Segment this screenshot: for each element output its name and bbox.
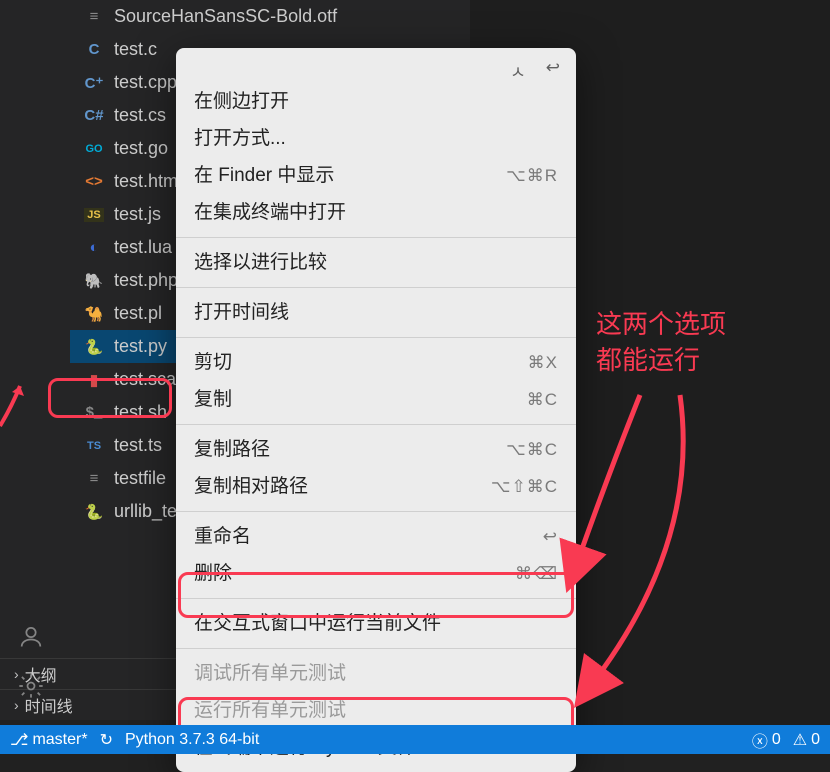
- status-errors[interactable]: ⓧ 0: [752, 728, 781, 752]
- context-menu-item[interactable]: 打开方式...: [176, 120, 576, 157]
- file-name: test.cs: [114, 105, 166, 126]
- context-menu-shortcut: ⌥⇧⌘C: [491, 472, 558, 501]
- context-menu-item[interactable]: 在交互式窗口中运行当前文件: [176, 605, 576, 642]
- context-menu-item-label: 复制: [194, 385, 232, 414]
- file-type-icon: ▮: [84, 371, 104, 389]
- file-type-icon: C⁺: [84, 74, 104, 92]
- file-name: test.cpp: [114, 72, 177, 93]
- context-menu-item-label: 调试所有单元测试: [194, 659, 346, 688]
- status-branch[interactable]: ⎇ master*: [10, 730, 88, 750]
- file-name: test.c: [114, 39, 157, 60]
- settings-gear-icon[interactable]: [17, 672, 45, 700]
- file-item[interactable]: ≡ SourceHanSansSC-Bold.otf: [70, 0, 470, 33]
- file-name: test.go: [114, 138, 168, 159]
- context-menu-item[interactable]: 在集成终端中打开: [176, 194, 576, 231]
- context-menu-item[interactable]: 在侧边打开: [176, 83, 576, 120]
- file-type-icon: 🐍: [84, 503, 104, 521]
- context-menu-item[interactable]: 删除 ⌘⌫: [176, 555, 576, 592]
- status-bar: ⎇ master* ↻ Python 3.7.3 64-bit ⓧ 0 ⚠ 0: [0, 725, 830, 754]
- context-menu-item-label: 打开方式...: [194, 124, 286, 153]
- annotation-text: 这两个选项 都能运行: [596, 306, 726, 378]
- context-menu-item-label: 在 Finder 中显示: [194, 161, 334, 190]
- file-name: testfile: [114, 468, 166, 489]
- status-python[interactable]: Python 3.7.3 64-bit: [125, 731, 259, 749]
- context-menu-separator: [176, 287, 576, 288]
- file-type-icon: 🐘: [84, 272, 104, 290]
- file-name: test.php: [114, 270, 178, 291]
- context-menu-separator: [176, 337, 576, 338]
- file-type-icon: 🐪: [84, 305, 104, 323]
- file-type-icon: 🐍: [84, 338, 104, 356]
- file-name: SourceHanSansSC-Bold.otf: [114, 6, 337, 27]
- file-type-icon: $_: [84, 404, 104, 421]
- file-type-icon: GO: [84, 143, 104, 155]
- context-menu-shortcut: ⌥⌘C: [506, 435, 558, 464]
- warning-icon: ⚠: [793, 730, 807, 750]
- error-count: 0: [772, 731, 781, 749]
- arrow-annotation-icon: [0, 356, 30, 436]
- annotation-line2: 都能运行: [596, 342, 726, 378]
- context-menu-shortcut: ⌘⌫: [515, 559, 558, 588]
- context-menu-separator: [176, 648, 576, 649]
- context-menu-item[interactable]: 选择以进行比较: [176, 244, 576, 281]
- sync-icon: ↻: [100, 730, 113, 750]
- context-menu-item-label: 选择以进行比较: [194, 248, 327, 277]
- context-menu-shortcut: ⌘C: [527, 385, 558, 414]
- context-menu-item[interactable]: 复制相对路径 ⌥⇧⌘C: [176, 468, 576, 505]
- menu-return-icon: ↩: [546, 58, 560, 83]
- warning-count: 0: [811, 731, 820, 749]
- context-menu-header: ㅅ ↩: [176, 54, 576, 83]
- file-type-icon: C: [84, 41, 104, 58]
- context-menu-item[interactable]: 剪切 ⌘X: [176, 344, 576, 381]
- file-name: test.ts: [114, 435, 162, 456]
- file-type-icon: ≡: [84, 470, 104, 487]
- accounts-icon[interactable]: [17, 622, 45, 650]
- context-menu-item-label: 剪切: [194, 348, 232, 377]
- file-name: test.py: [114, 336, 167, 357]
- file-name: test.html: [114, 171, 182, 192]
- context-menu-shortcut: ⌘X: [528, 348, 558, 377]
- context-menu-separator: [176, 237, 576, 238]
- context-menu-item-label: 复制相对路径: [194, 472, 308, 501]
- file-type-icon: ◐: [84, 239, 104, 256]
- context-menu-item-label: 删除: [194, 559, 232, 588]
- context-menu-item[interactable]: 复制路径 ⌥⌘C: [176, 431, 576, 468]
- context-menu-item-label: 打开时间线: [194, 298, 289, 327]
- error-icon: ⓧ: [752, 728, 768, 752]
- context-menu-item-label: 复制路径: [194, 435, 270, 464]
- context-menu-item[interactable]: 复制 ⌘C: [176, 381, 576, 418]
- context-menu-separator: [176, 511, 576, 512]
- annotation-line1: 这两个选项: [596, 306, 726, 342]
- file-name: test.sh: [114, 402, 167, 423]
- context-menu-item[interactable]: 重命名 ↩: [176, 518, 576, 555]
- python-version: Python 3.7.3 64-bit: [125, 731, 259, 749]
- context-menu-item-label: 重命名: [194, 522, 251, 551]
- file-name: test.pl: [114, 303, 162, 324]
- file-type-icon: <>: [84, 173, 104, 190]
- context-menu-item-label: 在集成终端中打开: [194, 198, 346, 227]
- context-menu: ㅅ ↩ 在侧边打开打开方式... 在 Finder 中显示 ⌥⌘R 在集成终端中打开选…: [176, 48, 576, 772]
- context-menu-separator: [176, 598, 576, 599]
- context-menu-shortcut: ↩: [543, 522, 558, 551]
- context-menu-item[interactable]: 打开时间线: [176, 294, 576, 331]
- branch-icon: ⎇: [10, 730, 28, 750]
- menu-caret-icon: ㅅ: [510, 58, 526, 83]
- context-menu-separator: [176, 424, 576, 425]
- context-menu-item: 运行所有单元测试: [176, 692, 576, 729]
- file-type-icon: ≡: [84, 8, 104, 25]
- context-menu-item-label: 运行所有单元测试: [194, 696, 346, 725]
- status-sync[interactable]: ↻: [100, 730, 113, 750]
- file-name: test.lua: [114, 237, 172, 258]
- context-menu-item-label: 在侧边打开: [194, 87, 289, 116]
- file-name: test.js: [114, 204, 161, 225]
- file-type-icon: TS: [84, 440, 104, 452]
- context-menu-item[interactable]: 在 Finder 中显示 ⌥⌘R: [176, 157, 576, 194]
- context-menu-item-label: 在交互式窗口中运行当前文件: [194, 609, 441, 638]
- status-warnings[interactable]: ⚠ 0: [793, 730, 820, 750]
- branch-name: master*: [32, 731, 87, 749]
- context-menu-shortcut: ⌥⌘R: [506, 161, 558, 190]
- context-menu-item: 调试所有单元测试: [176, 655, 576, 692]
- file-type-icon: C#: [84, 107, 104, 124]
- file-type-icon: JS: [84, 208, 104, 222]
